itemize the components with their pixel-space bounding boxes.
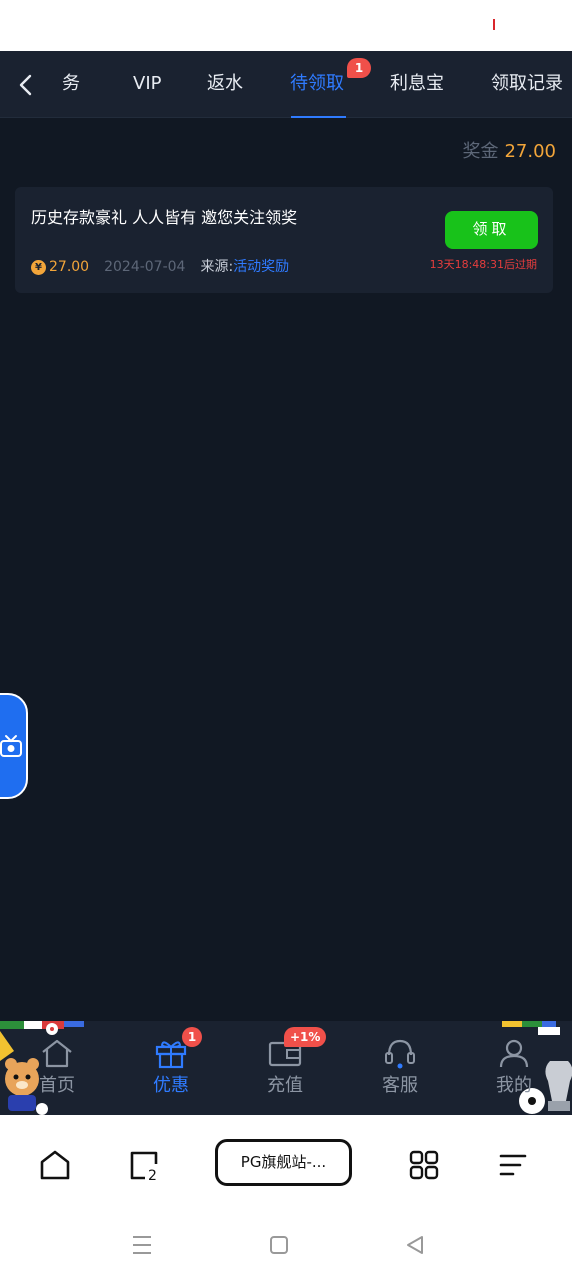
reward-title: 历史存款豪礼 人人皆有 邀您关注领奖 <box>31 208 298 227</box>
square-icon <box>270 1236 288 1254</box>
reward-amount: 27.00 <box>49 259 90 275</box>
nav-profile[interactable]: 我的 <box>474 1037 554 1101</box>
system-navigation <box>0 1210 572 1280</box>
nav-deposit[interactable]: 充值 +1% <box>245 1027 327 1101</box>
triangle-back-icon <box>407 1236 423 1254</box>
tab-bar: 务 VIP 返水 待领取 1 利息宝 领取记录 <box>0 51 572 118</box>
coin-icon: ¥ <box>31 259 46 275</box>
deposit-bonus-badge: +1% <box>284 1027 327 1047</box>
nav-support-label: 客服 <box>382 1075 418 1096</box>
user-icon <box>499 1039 529 1068</box>
tab-interest[interactable]: 利息宝 <box>390 71 444 97</box>
back-button[interactable] <box>10 68 40 102</box>
status-indicator <box>493 19 495 30</box>
browser-apps-button[interactable] <box>402 1143 446 1187</box>
bonus-value: 27.00 <box>504 141 556 162</box>
tv-icon <box>0 735 22 757</box>
expire-countdown: 13天18:48:31后过期 <box>429 258 537 271</box>
nav-profile-label: 我的 <box>496 1075 532 1096</box>
tab-rebate[interactable]: 返水 <box>207 71 243 97</box>
reward-card: 历史存款豪礼 人人皆有 邀您关注领奖 领取 13天18:48:31后过期 ¥ 2… <box>15 187 553 293</box>
browser-menu-button[interactable] <box>491 1143 535 1187</box>
nav-deposit-label: 充值 <box>267 1075 303 1096</box>
recents-icon <box>133 1236 151 1254</box>
system-back-button[interactable] <box>402 1232 428 1258</box>
url-bar[interactable]: PG旗舰站-... <box>215 1139 352 1186</box>
system-home-button[interactable] <box>266 1232 292 1258</box>
browser-tabs-button[interactable]: 2 <box>122 1143 166 1187</box>
tab-pending[interactable]: 待领取 <box>290 71 344 97</box>
tab-tasks[interactable]: 务 <box>62 71 80 97</box>
browser-toolbar: 2 PG旗舰站-... <box>0 1115 572 1210</box>
nav-home[interactable]: 首页 <box>17 1037 97 1101</box>
tab-claim-history[interactable]: 领取记录 <box>491 71 563 97</box>
svg-text:2: 2 <box>148 1168 157 1182</box>
bottom-navigation: 首页 优惠 1 充值 +1% 客服 我的 <box>0 1021 572 1115</box>
reward-date: 2024-07-04 <box>104 259 186 275</box>
nav-promotions-label: 优惠 <box>153 1075 189 1096</box>
menu-icon <box>499 1154 527 1176</box>
bonus-summary: 奖金 27.00 <box>462 140 556 164</box>
status-bar <box>0 0 572 51</box>
tabs-icon: 2 <box>130 1151 158 1182</box>
chevron-left-icon <box>19 74 32 96</box>
nav-support[interactable]: 客服 <box>360 1037 440 1101</box>
browser-home-button[interactable] <box>33 1143 77 1187</box>
grid-icon <box>409 1150 439 1180</box>
active-tab-indicator <box>291 116 346 118</box>
home-icon <box>42 1039 72 1068</box>
reward-meta: ¥ 27.00 2024-07-04 来源: 活动奖励 <box>31 258 289 276</box>
floating-tv-button[interactable] <box>0 693 28 799</box>
headset-icon <box>385 1039 415 1069</box>
pending-count-badge: 1 <box>347 58 371 78</box>
claim-button[interactable]: 领取 <box>445 211 538 249</box>
system-recents-button[interactable] <box>129 1232 155 1258</box>
nav-promotions[interactable]: 优惠 1 <box>131 1027 211 1101</box>
home-outline-icon <box>40 1150 70 1180</box>
tab-vip[interactable]: VIP <box>133 71 161 97</box>
app-screen: 务 VIP 返水 待领取 1 利息宝 领取记录 奖金 27.00 历史存款豪礼 人… <box>0 51 572 1115</box>
nav-home-label: 首页 <box>39 1075 75 1096</box>
promotions-badge: 1 <box>182 1027 202 1047</box>
source-value[interactable]: 活动奖励 <box>233 258 289 276</box>
bonus-label: 奖金 <box>462 141 499 162</box>
source-label: 来源: <box>200 259 234 275</box>
